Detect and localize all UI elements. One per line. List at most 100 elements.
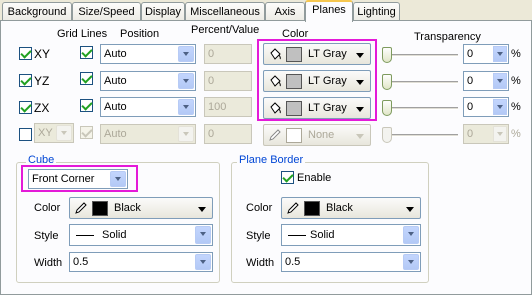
zx-plane-label: ZX [34, 101, 50, 115]
extra-transparency-slider[interactable] [382, 125, 458, 145]
xy-position-value: Auto [104, 48, 127, 60]
plane-border-width-label: Width [246, 257, 275, 269]
extra-transparency-value: 0 [467, 128, 474, 140]
xy-position-select[interactable]: Auto [100, 44, 196, 64]
extra-plane-checkbox[interactable] [19, 128, 32, 141]
tab-label: Size/Speed [78, 6, 135, 18]
plane-border-color-label: Color [246, 202, 273, 214]
xy-grid-lines-checkbox[interactable] [80, 46, 93, 59]
zx-position-value: Auto [104, 101, 127, 113]
tab-lighting[interactable]: Lighting [353, 2, 400, 21]
extra-color-button[interactable]: None [263, 124, 371, 146]
planes-panel: Grid Lines Position Percent/Value Color … [0, 20, 532, 295]
chevron-down-icon [195, 254, 211, 270]
cube-color-button[interactable]: Black [69, 197, 213, 219]
plane-border-style-label: Style [246, 230, 271, 242]
plane-border-width-value: 0.5 [285, 256, 301, 268]
zx-transparency-slider[interactable] [382, 98, 458, 118]
cube-style-label: Style [34, 230, 59, 242]
color-highlight-box [257, 39, 377, 121]
cube-style-value: Solid [102, 229, 127, 241]
slider-thumb[interactable] [382, 74, 392, 90]
extra-percent-value-input[interactable]: 0 [204, 124, 252, 144]
tab-label: Miscellaneous [190, 6, 260, 18]
zx-grid-lines-checkbox[interactable] [80, 99, 93, 112]
tab-label: Display [144, 6, 182, 18]
slider-track [382, 81, 458, 84]
slider-track [382, 107, 458, 110]
extra-plane-select[interactable]: XY [34, 123, 74, 143]
yz-percent-value: 0 [208, 75, 215, 87]
cube-mode-value: Front Corner [32, 173, 95, 185]
xy-transparency-spinner[interactable]: 0 [463, 44, 509, 64]
slider-thumb[interactable] [382, 100, 392, 116]
tab-label: Planes [312, 4, 346, 16]
chevron-down-icon [178, 46, 194, 62]
zx-transparency-spinner[interactable]: 0 [463, 97, 509, 117]
tab-miscellaneous[interactable]: Miscellaneous [185, 2, 265, 21]
plane-border-enable-checkbox[interactable] [281, 171, 294, 184]
cube-width-select[interactable]: 0.5 [69, 252, 213, 272]
plane-border-color-swatch [304, 201, 320, 216]
chevron-down-icon [178, 73, 194, 89]
chevron-down-icon [493, 99, 507, 115]
yz-plane-label: YZ [34, 74, 50, 88]
extra-transparency-spinner[interactable]: 0 [463, 124, 509, 144]
cube-width-label: Width [34, 257, 63, 269]
slider-thumb[interactable] [382, 127, 392, 143]
yz-grid-lines-checkbox[interactable] [80, 72, 93, 85]
plane-border-style-value: Solid [310, 229, 335, 241]
pencil-icon [75, 202, 87, 214]
chevron-down-icon [493, 46, 507, 62]
yz-percent-value-input[interactable]: 0 [204, 71, 252, 91]
slider-track [382, 134, 458, 137]
percent-unit: % [511, 128, 521, 140]
plane-border-enable-label: Enable [297, 172, 332, 184]
xy-percent-value-input[interactable]: 0 [204, 44, 252, 64]
xy-plane-label: XY [34, 47, 51, 61]
tab-strip: Background Size/Speed Display Miscellane… [0, 0, 532, 22]
tab-planes[interactable]: Planes [305, 0, 353, 22]
dropdown-arrow-icon [356, 134, 364, 139]
zx-plane-checkbox[interactable] [19, 101, 32, 114]
extra-position-select[interactable]: Auto [100, 124, 196, 144]
yz-position-value: Auto [104, 75, 127, 87]
percent-unit: % [511, 75, 521, 87]
cube-color-swatch [92, 201, 108, 216]
percent-unit: % [511, 101, 521, 113]
cube-style-select[interactable]: Solid [69, 224, 213, 246]
slider-thumb[interactable] [382, 47, 392, 63]
chevron-down-icon [493, 73, 507, 89]
xy-transparency-slider[interactable] [382, 45, 458, 65]
tab-background[interactable]: Background [2, 2, 72, 21]
line-style-preview [76, 235, 94, 236]
transparency-header: Transparency [414, 31, 481, 43]
chevron-down-icon [178, 99, 194, 115]
plane-border-color-button[interactable]: Black [281, 197, 421, 219]
slider-track [382, 54, 458, 57]
xy-transparency-value: 0 [467, 48, 474, 60]
cube-mode-select[interactable]: Front Corner [28, 169, 128, 189]
chevron-down-icon [110, 171, 126, 187]
tab-axis[interactable]: Axis [265, 2, 305, 21]
dropdown-arrow-icon [198, 207, 206, 212]
yz-transparency-spinner[interactable]: 0 [463, 71, 509, 91]
yz-transparency-slider[interactable] [382, 72, 458, 92]
chevron-down-icon [403, 254, 419, 270]
tab-display[interactable]: Display [141, 2, 185, 21]
extra-grid-lines-checkbox[interactable] [80, 126, 93, 139]
plane-border-style-select[interactable]: Solid [281, 224, 421, 246]
tab-label: Axis [274, 6, 296, 18]
zx-position-select[interactable]: Auto [100, 97, 196, 117]
zx-percent-value-input[interactable]: 100 [204, 97, 252, 117]
chevron-down-icon [493, 126, 507, 142]
plane-border-group-title: Plane Border [237, 154, 306, 166]
xy-plane-checkbox[interactable] [19, 47, 32, 60]
plane-border-width-select[interactable]: 0.5 [281, 252, 421, 272]
yz-position-select[interactable]: Auto [100, 71, 196, 91]
yz-plane-checkbox[interactable] [19, 74, 32, 87]
pencil-icon [269, 129, 281, 141]
cube-width-value: 0.5 [73, 256, 89, 268]
tab-size-speed[interactable]: Size/Speed [72, 2, 141, 21]
cube-color-name: Black [114, 202, 141, 214]
